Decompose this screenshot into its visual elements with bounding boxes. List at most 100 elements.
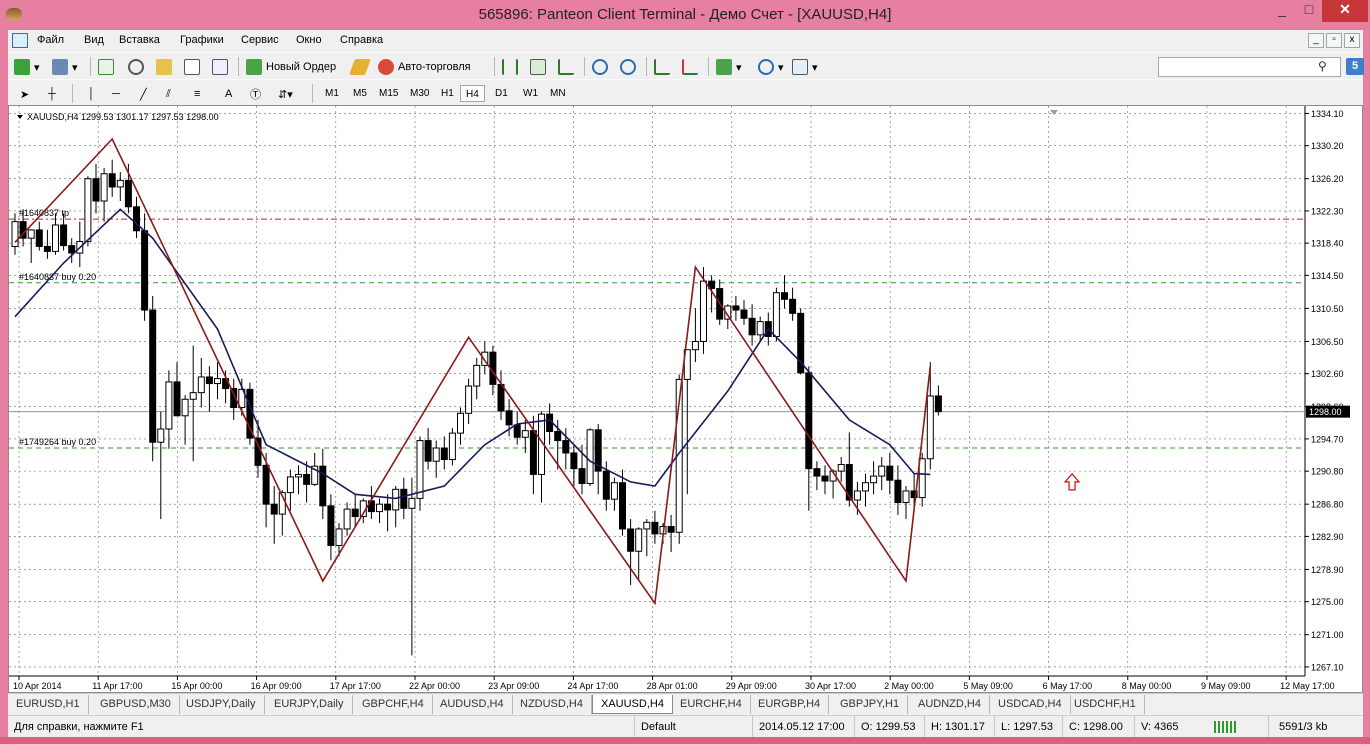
close-button[interactable]: ✕ — [1322, 0, 1368, 22]
search-icon[interactable]: ⚲ — [1318, 59, 1327, 73]
terminal-button[interactable] — [184, 57, 204, 77]
candle-body — [100, 173, 108, 202]
menu-charts[interactable]: Графики — [180, 34, 224, 46]
menu-view[interactable]: Вид — [84, 34, 104, 46]
tab-eurjpy-daily[interactable]: EURJPY,Daily — [266, 695, 353, 714]
periods-button[interactable]: ▾ — [758, 57, 784, 77]
crosshair-icon: ┼ — [48, 88, 56, 100]
candle-body — [619, 482, 626, 530]
tab-eurusd-h1[interactable]: EURUSD,H1 — [8, 695, 89, 714]
tab-nzdusd-h4[interactable]: NZDUSD,H4 — [512, 695, 592, 714]
trendline-icon: ╱ — [140, 88, 147, 101]
timeframe-m5[interactable]: M5 — [348, 85, 372, 102]
y-axis-label: 1310.50 — [1311, 304, 1344, 314]
new-chart-button[interactable]: ▾ — [14, 57, 40, 77]
status-profile[interactable]: Default — [634, 716, 752, 738]
candlestick-button[interactable] — [530, 57, 550, 77]
tab-gbpusd-m30[interactable]: GBPUSD,M30 — [92, 695, 180, 714]
profiles-button[interactable]: ▾ — [52, 57, 78, 77]
menu-file[interactable]: Файл — [37, 34, 64, 46]
tab-usdcad-h4[interactable]: USDCAD,H4 — [990, 695, 1071, 714]
candle-body — [400, 488, 408, 509]
line-chart-button[interactable] — [558, 57, 578, 77]
tab-audnzd-h4[interactable]: AUDNZD,H4 — [910, 695, 990, 714]
horizontal-line-tool[interactable]: ─ — [112, 84, 120, 104]
candle-body — [35, 229, 43, 247]
channel-tool[interactable]: ⫽ — [166, 84, 171, 104]
x-axis-label: 11 Apr 17:00 — [92, 681, 142, 691]
candle-body — [651, 521, 659, 535]
bar-chart-button[interactable] — [502, 57, 522, 77]
indicators-button[interactable]: ▾ — [716, 57, 742, 77]
candle-body — [789, 298, 797, 314]
menu-tools[interactable]: Сервис — [241, 34, 279, 46]
crosshair-target-icon — [128, 59, 144, 75]
chart-window[interactable]: 1334.10 1330.20 1326.20 1322.30 1318.40 1314.… — [8, 105, 1363, 693]
y-axis-label: 1278.90 — [1311, 565, 1344, 575]
auto-trading-button[interactable]: Авто-торговля — [378, 57, 471, 77]
candle-body — [740, 309, 748, 319]
dropdown-arrow-icon: ▾ — [812, 61, 818, 74]
candle-body — [521, 430, 529, 438]
candle-body — [465, 385, 473, 414]
y-axis-label: 1302.60 — [1311, 369, 1344, 379]
status-open: O: 1299.53 — [854, 716, 924, 738]
mdi-close-button[interactable]: x — [1344, 33, 1360, 48]
market-watch-icon — [98, 59, 114, 75]
timeframe-m15[interactable]: M15 — [374, 85, 403, 102]
vertical-line-tool[interactable]: │ — [88, 84, 95, 104]
zoom-out-button[interactable] — [620, 57, 640, 77]
templates-button[interactable]: ▾ — [792, 57, 818, 77]
search-input[interactable] — [1158, 57, 1341, 77]
price-chart[interactable]: 1334.10 1330.20 1326.20 1322.30 1318.40 1314.… — [9, 106, 1362, 692]
tab-gbpjpy-h1[interactable]: GBPJPY,H1 — [832, 695, 909, 714]
timeframe-d1[interactable]: D1 — [490, 85, 513, 102]
arrows-tool[interactable]: ⇵ ▾ — [278, 84, 293, 104]
market-watch-button[interactable] — [98, 57, 118, 77]
tab-gbpchf-h4[interactable]: GBPCHF,H4 — [354, 695, 433, 714]
maximize-button[interactable]: □ — [1296, 0, 1322, 22]
zoom-in-button[interactable] — [592, 57, 612, 77]
mdi-restore-button[interactable]: ▫ — [1326, 33, 1342, 48]
text-label-tool[interactable]: Ⓣ — [250, 84, 261, 104]
toolbar-separator — [90, 57, 91, 76]
menu-insert[interactable]: Вставка — [119, 34, 160, 46]
chart-window-icon[interactable] — [12, 33, 28, 48]
timeframe-mn[interactable]: MN — [545, 85, 571, 102]
menu-help[interactable]: Справка — [340, 34, 383, 46]
timeframe-w1[interactable]: W1 — [518, 85, 543, 102]
candle-body — [11, 221, 19, 247]
mdi-minimize-button[interactable]: _ — [1308, 33, 1324, 48]
tab-usdchf-h1[interactable]: USDCHF,H1 — [1066, 695, 1145, 714]
clock-icon — [758, 59, 774, 75]
new-order-button[interactable]: Новый Ордер — [246, 57, 336, 77]
crosshair-tool[interactable]: ┼ — [48, 84, 56, 104]
timeframe-m1[interactable]: M1 — [320, 85, 344, 102]
messages-icon[interactable]: 5 — [1346, 58, 1364, 75]
chart-shift-button[interactable] — [682, 57, 702, 77]
tab-eurgbp-h4[interactable]: EURGBP,H4 — [750, 695, 830, 714]
navigator-button[interactable] — [156, 57, 176, 77]
dropdown-arrow-icon: ▾ — [736, 61, 742, 74]
timeframe-h4[interactable]: H4 — [460, 85, 485, 102]
text-tool[interactable]: A — [225, 84, 232, 104]
data-window-button[interactable] — [128, 57, 148, 77]
x-axis-label: 17 Apr 17:00 — [330, 681, 381, 691]
menu-window[interactable]: Окно — [296, 34, 322, 46]
timeframe-m30[interactable]: M30 — [405, 85, 434, 102]
timeframe-h1[interactable]: H1 — [436, 85, 459, 102]
tab-xauusd-h4[interactable]: XAUUSD,H4 — [592, 695, 673, 714]
tab-eurchf-h4[interactable]: EURCHF,H4 — [672, 695, 751, 714]
strategy-tester-button[interactable] — [212, 57, 232, 77]
auto-scroll-button[interactable] — [654, 57, 674, 77]
trendline-tool[interactable]: ╱ — [140, 84, 147, 104]
fibonacci-tool[interactable]: ≡ — [194, 84, 200, 104]
toolbar-separator — [646, 57, 647, 76]
channel-icon: ⫽ — [166, 87, 171, 100]
minimize-button[interactable]: _ — [1268, 0, 1296, 22]
tab-audusd-h4[interactable]: AUDUSD,H4 — [432, 695, 513, 714]
tab-usdjpy-daily[interactable]: USDJPY,Daily — [178, 695, 265, 714]
cursor-tool[interactable]: ➤ — [20, 84, 29, 104]
metaeditor-button[interactable] — [349, 57, 372, 77]
y-axis-label: 1267.10 — [1311, 662, 1344, 672]
